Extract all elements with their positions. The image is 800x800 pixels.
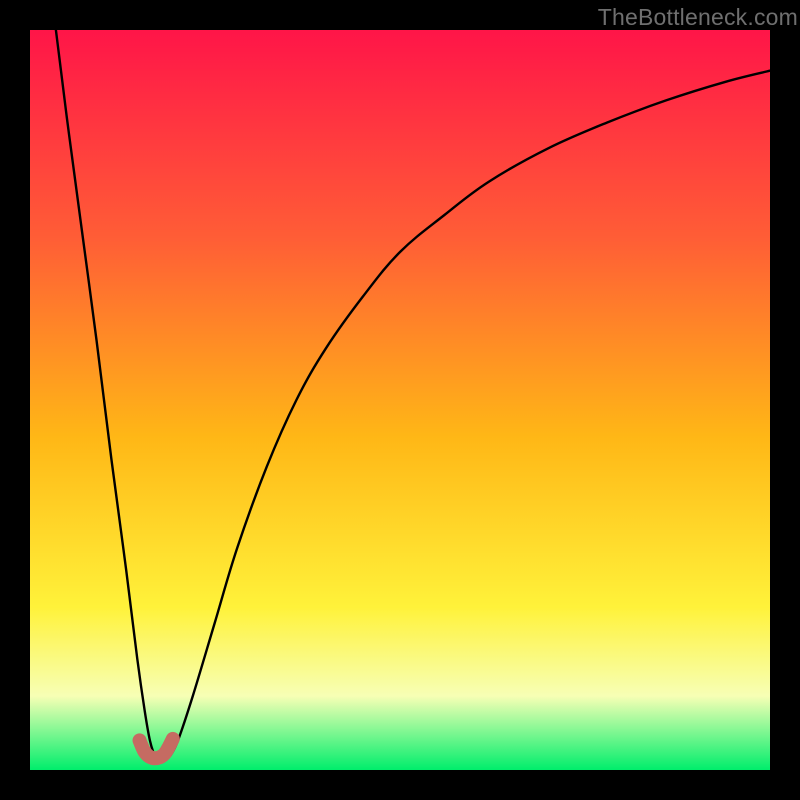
watermark-text: TheBottleneck.com bbox=[598, 4, 798, 31]
chart-svg bbox=[30, 30, 770, 770]
gradient-background bbox=[30, 30, 770, 770]
chart-frame bbox=[30, 30, 770, 770]
